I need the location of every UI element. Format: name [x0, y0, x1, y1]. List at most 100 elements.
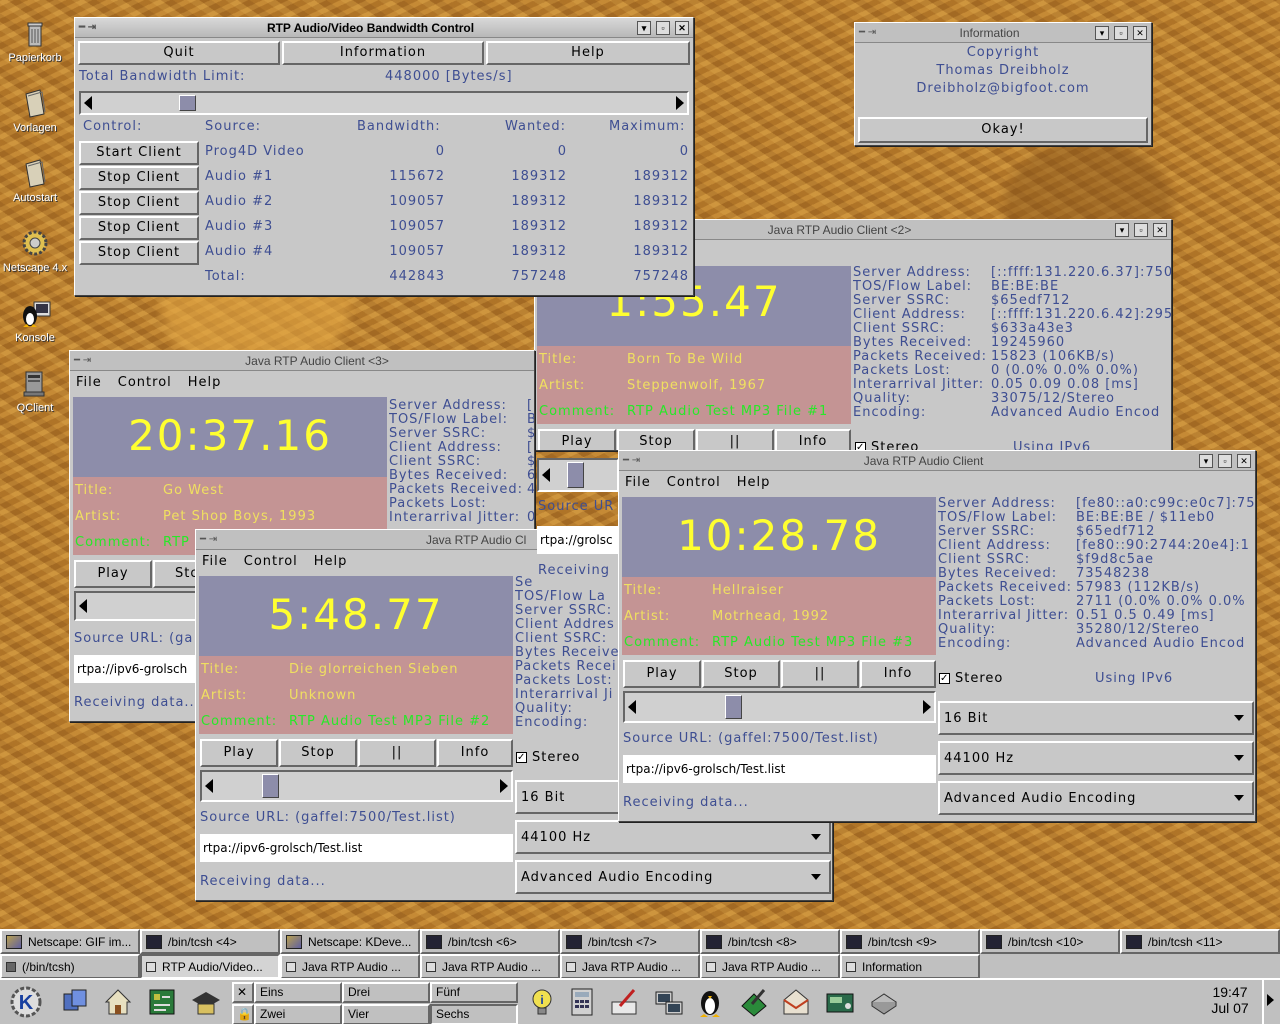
maximize-icon[interactable]: ▫	[1218, 453, 1232, 468]
desktop-icon-templates[interactable]: Vorlagen	[0, 86, 70, 134]
client-toggle-button[interactable]: Stop Client	[79, 191, 199, 215]
mail-icon[interactable]	[780, 986, 812, 1018]
task-button[interactable]: /bin/tcsh <11>	[1120, 929, 1280, 954]
position-slider[interactable]	[200, 770, 513, 802]
media-player-icon[interactable]	[824, 986, 856, 1018]
arrow-left-icon[interactable]	[84, 96, 92, 110]
pause-button[interactable]: ||	[696, 429, 774, 450]
desktop-6[interactable]: Sechs	[430, 1004, 518, 1024]
minimize-icon[interactable]: ▾	[637, 20, 651, 35]
arrow-right-icon[interactable]	[500, 779, 508, 793]
minimize-icon[interactable]: ▾	[1115, 222, 1129, 237]
task-button[interactable]: Java RTP Audio ...	[420, 954, 560, 979]
rate-select[interactable]: 44100 Hz	[515, 820, 831, 854]
drive-icon[interactable]	[868, 986, 900, 1018]
menu-help[interactable]: Help	[188, 375, 222, 390]
desktop-icon-autostart[interactable]: Autostart	[0, 156, 70, 204]
task-button[interactable]: Netscape: GIF im...	[0, 929, 140, 954]
arrow-right-icon[interactable]	[923, 700, 931, 714]
okay-button[interactable]: Okay!	[858, 117, 1148, 143]
menu-help[interactable]: Help	[737, 475, 771, 490]
desktop-3[interactable]: Drei	[342, 982, 430, 1003]
position-slider[interactable]	[74, 591, 204, 621]
maximize-icon[interactable]: ▫	[656, 20, 670, 35]
control-center-icon[interactable]	[146, 986, 178, 1018]
info-button[interactable]: Info	[775, 429, 851, 450]
arrow-right-icon[interactable]	[676, 96, 684, 110]
play-button[interactable]: Play	[74, 560, 152, 588]
encoding-select[interactable]: Advanced Audio Encoding	[515, 860, 831, 894]
task-button[interactable]: Netscape: KDeve...	[280, 929, 420, 954]
client-toggle-button[interactable]: Start Client	[79, 141, 199, 165]
paint-icon[interactable]	[608, 986, 640, 1018]
minimize-icon[interactable]: ▾	[1095, 25, 1109, 40]
desktop-4[interactable]: Vier	[342, 1004, 430, 1024]
client-toggle-button[interactable]: Stop Client	[79, 166, 199, 190]
url-input[interactable]: rtpa://ipv6-grolsch/Test.list	[200, 834, 513, 862]
task-button[interactable]: Java RTP Audio ...	[280, 954, 420, 979]
stereo-checkbox[interactable]: ✓ Stereo	[516, 750, 580, 765]
window-menu-icon[interactable]: ━ ⇥	[623, 455, 653, 466]
penguin-icon[interactable]	[694, 986, 726, 1018]
task-button[interactable]: /bin/tcsh <6>	[420, 929, 560, 954]
info-button[interactable]: Info	[437, 739, 513, 767]
task-button[interactable]: /bin/tcsh <10>	[980, 929, 1120, 954]
close-icon[interactable]: ✕	[232, 982, 254, 1003]
client-toggle-button[interactable]: Stop Client	[79, 241, 199, 265]
information-button[interactable]: Information	[282, 41, 484, 65]
bits-select[interactable]: 16 Bit	[938, 701, 1254, 735]
arrow-left-icon[interactable]	[542, 468, 550, 482]
arrow-left-icon[interactable]	[628, 700, 636, 714]
panel-hide-button[interactable]	[1262, 980, 1278, 1024]
window-menu-icon[interactable]: ━ ⇥	[200, 534, 230, 545]
desktop-icon-netscape[interactable]: Netscape 4.x	[0, 226, 70, 274]
menu-control[interactable]: Control	[244, 554, 298, 569]
window-menu-icon[interactable]: ━ ⇥	[859, 27, 889, 38]
url-input[interactable]: rtpa://ipv6-grolsch/Test.list	[623, 755, 936, 783]
client2-url-input[interactable]: rtpa://grolsc	[537, 526, 619, 554]
bandwidth-titlebar[interactable]: ━ ⇥ RTP Audio/Video Bandwidth Control ▾ …	[75, 18, 693, 38]
desktop-icon-qclient[interactable]: QClient	[0, 366, 70, 414]
task-button-active[interactable]: RTP Audio/Video...	[140, 954, 280, 979]
lock-icon[interactable]: 🔒	[232, 1004, 254, 1024]
quit-button[interactable]: Quit	[78, 41, 280, 65]
slider-thumb[interactable]	[725, 695, 742, 719]
play-button[interactable]: Play	[623, 660, 701, 688]
task-button[interactable]: /bin/tcsh <9>	[840, 929, 980, 954]
play-button[interactable]: Play	[200, 739, 278, 767]
task-button[interactable]: Java RTP Audio ...	[700, 954, 840, 979]
client-toggle-button[interactable]: Stop Client	[79, 216, 199, 240]
maximize-icon[interactable]: ▫	[1114, 25, 1128, 40]
editor-icon[interactable]	[738, 986, 770, 1018]
desktop-icon-trash[interactable]: Papierkorb	[0, 16, 70, 64]
desktop-icon-konsole[interactable]: Konsole	[0, 296, 70, 344]
information-titlebar[interactable]: ━ ⇥ Information ▾ ▫ ✕	[855, 23, 1151, 43]
stop-button[interactable]: Stop	[702, 660, 780, 688]
network-icon[interactable]	[652, 986, 684, 1018]
desktop-2[interactable]: Zwei	[254, 1004, 342, 1024]
menu-help[interactable]: Help	[314, 554, 348, 569]
url-input[interactable]: rtpa://ipv6-grolsch	[74, 655, 204, 683]
close-icon[interactable]: ✕	[1237, 453, 1251, 468]
window-menu-icon[interactable]: ━ ⇥	[79, 22, 109, 33]
help-hat-icon[interactable]	[190, 986, 222, 1018]
calculator-icon[interactable]	[566, 986, 598, 1018]
encoding-select[interactable]: Advanced Audio Encoding	[938, 781, 1254, 815]
pause-button[interactable]: ||	[358, 739, 436, 767]
stop-button[interactable]: Stop	[279, 739, 357, 767]
slider-thumb[interactable]	[567, 462, 584, 488]
slider-thumb[interactable]	[179, 95, 196, 111]
pause-button[interactable]: ||	[781, 660, 859, 688]
client1-titlebar[interactable]: ━ ⇥ Java RTP Audio Client ▾ ▫ ✕	[619, 451, 1255, 471]
slider-thumb[interactable]	[262, 774, 279, 798]
menu-control[interactable]: Control	[667, 475, 721, 490]
home-icon[interactable]	[102, 986, 134, 1018]
windows-list-icon[interactable]	[60, 986, 92, 1018]
desktop-1[interactable]: Eins	[254, 982, 342, 1003]
task-button[interactable]: /bin/tcsh <7>	[560, 929, 700, 954]
arrow-left-icon[interactable]	[205, 779, 213, 793]
menu-file[interactable]: File	[625, 475, 651, 490]
arrow-left-icon[interactable]	[79, 599, 87, 613]
clock[interactable]: 19:47 Jul 07	[1208, 984, 1252, 1016]
info-button[interactable]: Info	[860, 660, 936, 688]
